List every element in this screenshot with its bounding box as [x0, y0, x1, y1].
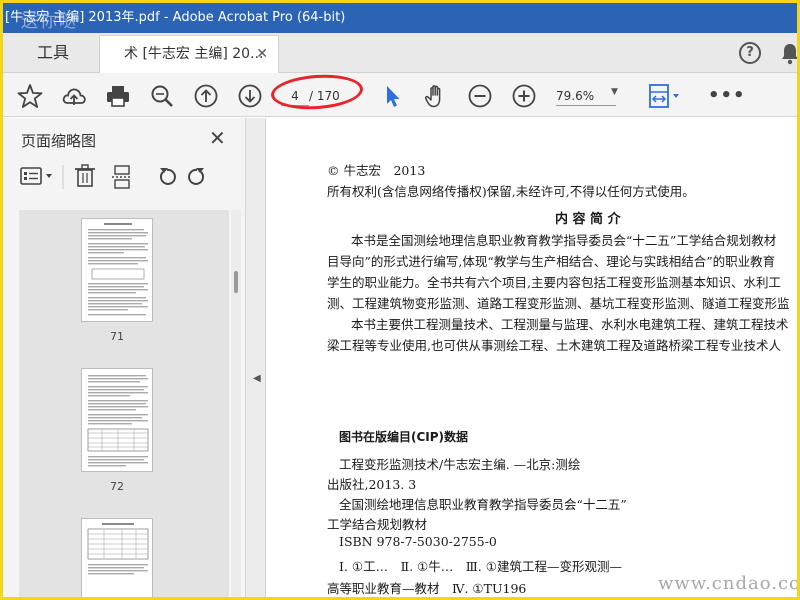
- panel-title: 页面缩略图: [21, 132, 97, 150]
- main-toolbar: 4 / 170 79.6% ▼ •••: [3, 73, 797, 117]
- thumbnail-preview: [87, 375, 149, 467]
- cip-line: 高等职业教育—教材 Ⅳ. ①TU196: [327, 581, 527, 596]
- thumbnail-page[interactable]: [81, 368, 153, 472]
- tab-close-icon[interactable]: ✕: [256, 36, 268, 72]
- zoom-search-icon[interactable]: [149, 83, 175, 109]
- tab-tools[interactable]: 工具: [15, 39, 95, 67]
- current-page-input[interactable]: 4: [281, 86, 309, 106]
- thumbnail-scrollbar-thumb[interactable]: [234, 271, 238, 293]
- paragraph-line: 目导向”的形式进行编写,体现“教学与生产相结合、理论与实践相结合”的职业教育: [327, 254, 776, 269]
- panel-toolbar: [20, 164, 204, 189]
- title-bar: [牛志宏 主编] 2013年.pdf - Adobe Acrobat Pro (…: [3, 3, 797, 33]
- total-pages-label: / 170: [309, 89, 340, 103]
- next-page-icon[interactable]: [237, 83, 263, 109]
- thumbnail-list[interactable]: 71 72: [19, 210, 229, 597]
- thumbnail-scrollbar[interactable]: [231, 210, 241, 597]
- zoom-in-icon[interactable]: [511, 83, 537, 109]
- section-heading: 内 容 简 介: [555, 212, 621, 227]
- print-icon[interactable]: [105, 83, 131, 109]
- cip-line: 工程变形监测技术/牛志宏主编. —北京:测绘: [339, 457, 581, 472]
- delete-trash-icon[interactable]: [75, 164, 95, 187]
- previous-page-icon[interactable]: [193, 83, 219, 109]
- paragraph-line: 本书是全国测绘地理信息职业教育教学指导委员会“十二五”工学结合规划教材: [351, 233, 777, 248]
- thumbnail-page-number: 71: [110, 330, 124, 343]
- copyright-line: © 牛志宏 2013: [327, 163, 426, 178]
- bookmark-star-icon[interactable]: [17, 83, 43, 109]
- thumbnail-page-number: 72: [110, 480, 124, 493]
- tab-document-label: 术 [牛志宏 主编] 20...: [124, 46, 264, 62]
- thumbnail-options-icon[interactable]: [20, 167, 52, 185]
- document-view[interactable]: © 牛志宏 2013 所有权利(含信息网络传播权)保留,未经许可,不得以任何方式…: [267, 118, 797, 597]
- extract-page-icon[interactable]: [112, 165, 132, 189]
- window-title: [牛志宏 主编] 2013年.pdf - Adobe Acrobat Pro (…: [5, 10, 346, 25]
- collapse-left-icon[interactable]: ◀: [253, 373, 261, 384]
- app-window: [牛志宏 主编] 2013年.pdf - Adobe Acrobat Pro (…: [0, 0, 800, 600]
- rights-line: 所有权利(含信息网络传播权)保留,未经许可,不得以任何方式使用。: [327, 184, 695, 199]
- thumbnail-preview: [87, 523, 149, 575]
- cip-line: 出版社,2013. 3: [327, 477, 417, 492]
- more-tools-icon[interactable]: •••: [708, 85, 746, 106]
- thumbnail-panel: 页面缩略图 ✕ 71 72: [3, 118, 246, 597]
- help-icon[interactable]: ?: [739, 42, 761, 64]
- panel-collapse-handle[interactable]: [246, 118, 266, 597]
- paragraph-line: 学生的职业能力。全书共有六个项目,主要内容包括工程变形监测基本知识、水利工: [327, 275, 781, 290]
- thumbnail-preview: [88, 223, 148, 316]
- chevron-down-icon[interactable]: ▼: [611, 87, 618, 97]
- rotate-right-icon[interactable]: [188, 168, 204, 185]
- cip-line: 工学结合规划教材: [327, 517, 428, 532]
- thumbnail-page[interactable]: [81, 518, 153, 597]
- rotate-left-icon[interactable]: [160, 168, 176, 185]
- cip-line: Ⅰ. ①工… Ⅱ. ①牛… Ⅲ. ①建筑工程—变形观测—: [339, 559, 622, 574]
- fit-page-icon[interactable]: [647, 83, 683, 109]
- bell-icon[interactable]: [779, 41, 800, 65]
- paragraph-line: 本书主要供工程测量技术、工程测量与监理、水利水电建筑工程、建筑工程技术: [351, 317, 789, 332]
- zoom-out-icon[interactable]: [467, 83, 493, 109]
- cip-heading: 图书在版编目(CIP)数据: [339, 430, 469, 444]
- paragraph-line: 测、工程建筑物变形监测、道路工程变形监测、基坑工程变形监测、隧道工程变形监: [327, 296, 790, 311]
- watermark-bottom: www.cndao.com: [658, 573, 800, 594]
- cip-line: ISBN 978-7-5030-2755-0: [339, 534, 497, 549]
- paragraph-line: 梁工程等专业使用,也可供从事测绘工程、土木建筑工程及道路桥梁工程专业技术人: [327, 338, 781, 353]
- tab-bar: 工具 术 [牛志宏 主编] 20... ✕ ?: [3, 33, 800, 73]
- cip-line: 全国测绘地理信息职业教育教学指导委员会“十二五”: [339, 497, 627, 512]
- zoom-level-input[interactable]: 79.6%: [556, 86, 616, 106]
- tab-tools-label: 工具: [37, 43, 70, 62]
- thumbnail-page[interactable]: [81, 218, 153, 322]
- tab-document[interactable]: 术 [牛志宏 主编] 20... ✕: [99, 35, 279, 73]
- panel-close-icon[interactable]: ✕: [209, 126, 226, 150]
- select-cursor-icon[interactable]: [379, 83, 405, 109]
- hand-tool-icon[interactable]: [423, 83, 449, 109]
- pdf-page: © 牛志宏 2013 所有权利(含信息网络传播权)保留,未经许可,不得以任何方式…: [267, 118, 797, 597]
- upload-cloud-icon[interactable]: [61, 83, 87, 109]
